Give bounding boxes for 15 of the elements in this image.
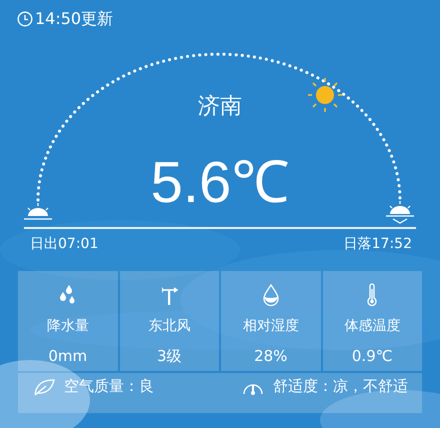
- detail-value: 0.9℃: [352, 347, 393, 365]
- temperature: 5.6℃: [150, 151, 290, 215]
- comfort-level: 舒适度：凉，不舒适: [273, 377, 408, 396]
- detail-label: 东北风: [148, 317, 190, 335]
- detail-value: 3级: [156, 347, 182, 366]
- detail-label: 降水量: [46, 317, 89, 335]
- detail-label: 体感温度: [344, 317, 400, 335]
- detail-label: 相对湿度: [242, 317, 299, 335]
- sunset-time: 日落17:52: [344, 235, 412, 253]
- air-quality: 空气质量：良: [64, 377, 154, 396]
- city-name: 济南: [198, 93, 242, 121]
- sunrise-time: 日出07:01: [30, 235, 98, 253]
- detail-value: 28%: [254, 347, 288, 365]
- update-time: 14:50更新: [35, 8, 114, 30]
- detail-value: 0mm: [48, 347, 88, 365]
